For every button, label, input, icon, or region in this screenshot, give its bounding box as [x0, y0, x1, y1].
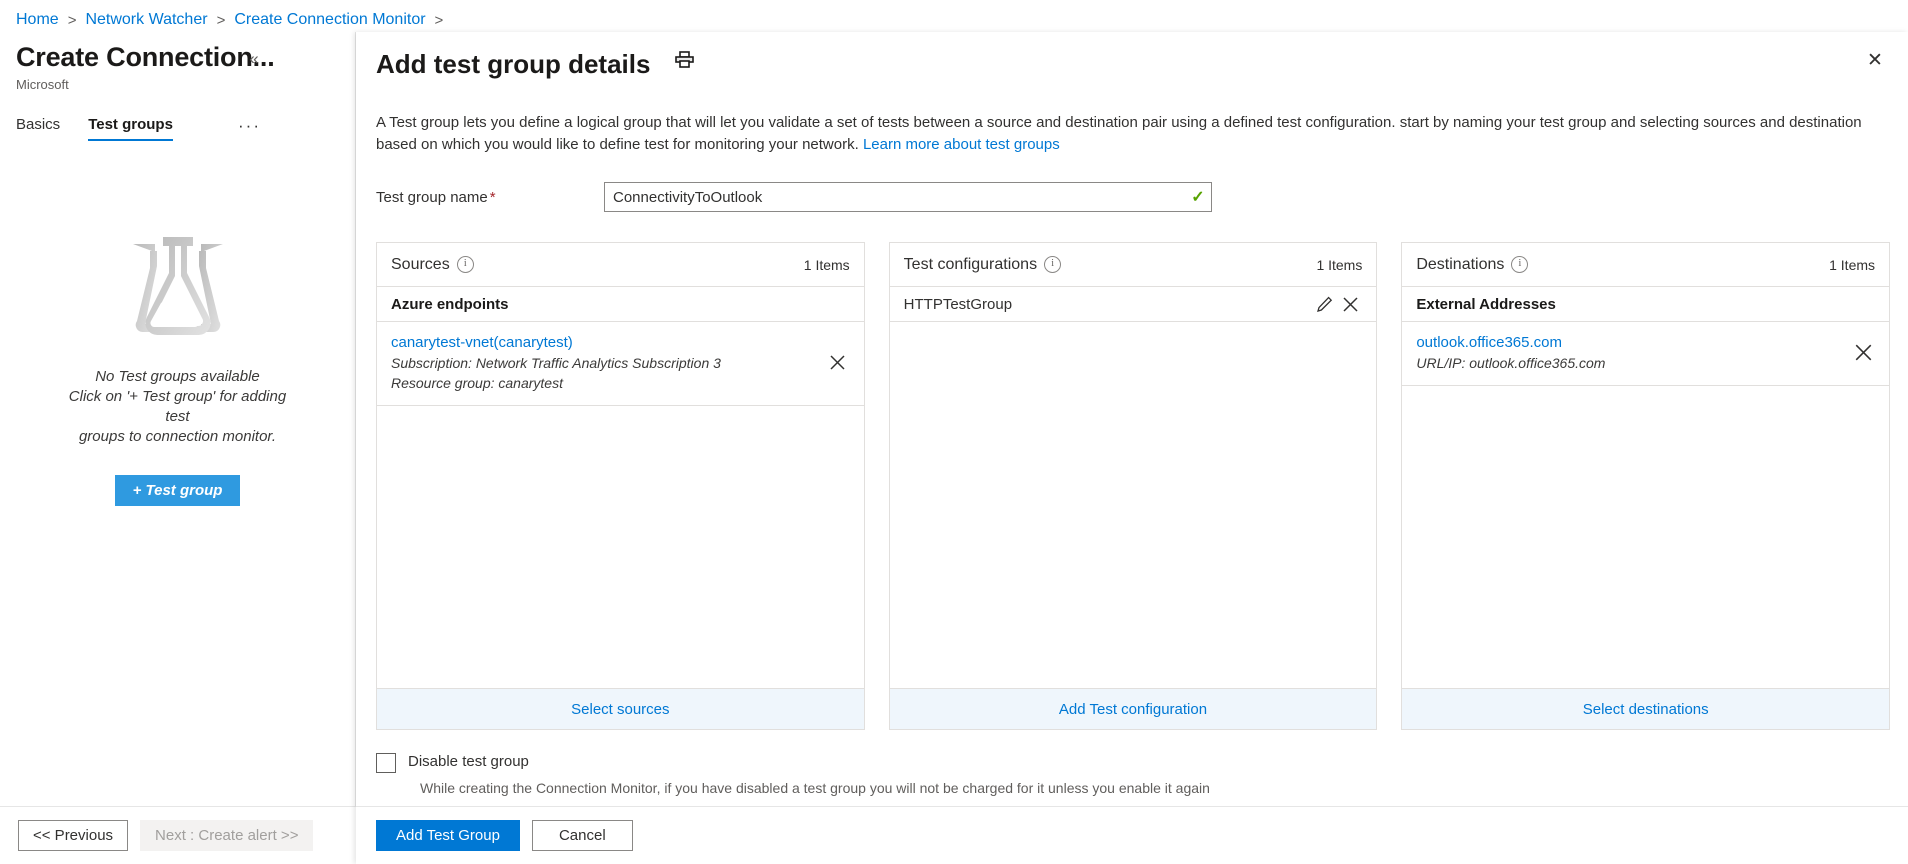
remove-test-configuration-icon[interactable]	[1338, 292, 1362, 316]
breadcrumb: Home > Network Watcher > Create Connecti…	[16, 6, 452, 34]
wizard-navigation-bar: << Previous Next : Create alert >>	[0, 806, 356, 864]
printer-icon[interactable]	[675, 51, 694, 74]
remove-source-icon[interactable]	[826, 351, 850, 375]
disable-test-group-row: Disable test group	[376, 752, 1210, 773]
sources-subheader: Azure endpoints	[377, 287, 864, 322]
tab-test-groups[interactable]: Test groups	[88, 116, 183, 141]
blade-header: Add test group details ✕	[356, 32, 1908, 86]
blade-footer: Add Test Group Cancel	[356, 806, 1908, 864]
required-indicator: *	[490, 189, 496, 206]
disable-test-group-description: While creating the Connection Monitor, i…	[420, 778, 1210, 798]
info-icon[interactable]: i	[457, 256, 474, 273]
breadcrumb-item-create-connection-monitor[interactable]: Create Connection Monitor	[234, 11, 425, 29]
test-configurations-panel-body	[890, 322, 1377, 688]
page-title: Create Connection...	[16, 40, 355, 74]
test-group-name-label: Test group name*	[376, 189, 604, 206]
destination-list-item: outlook.office365.com URL/IP: outlook.of…	[1402, 322, 1889, 386]
test-configuration-name: HTTPTestGroup	[904, 296, 1012, 313]
learn-more-link[interactable]: Learn more about test groups	[863, 136, 1060, 153]
tab-overflow-menu-icon[interactable]: ···	[238, 116, 261, 136]
test-group-name-field[interactable]: ✓	[604, 182, 1212, 212]
source-item-texts: canarytest-vnet(canarytest) Subscription…	[391, 332, 816, 393]
cancel-button[interactable]: Cancel	[532, 820, 633, 851]
test-configurations-panel-header: Test configurations i 1 Items	[890, 243, 1377, 287]
source-item-resource-group: Resource group: canarytest	[391, 373, 816, 393]
destination-item-link[interactable]: outlook.office365.com	[1416, 332, 1841, 353]
tab-basics[interactable]: Basics	[16, 116, 70, 141]
destinations-panel: Destinations i 1 Items External Addresse…	[1401, 242, 1890, 730]
empty-state-line-1: No Test groups available	[95, 368, 260, 385]
add-test-group-button[interactable]: + Test group	[115, 475, 241, 506]
destination-item-texts: outlook.office365.com URL/IP: outlook.of…	[1416, 332, 1841, 373]
disable-test-group-checkbox[interactable]	[376, 753, 396, 773]
destinations-panel-body	[1402, 386, 1889, 688]
destinations-item-count: 1 Items	[1829, 257, 1875, 273]
blade-title: Add test group details	[376, 48, 650, 80]
flask-icon	[116, 237, 240, 341]
tab-list: Basics Test groups ···	[0, 116, 355, 150]
breadcrumb-separator: >	[217, 12, 226, 29]
add-test-group-blade: Add test group details ✕ A Test group le…	[356, 32, 1908, 864]
breadcrumb-separator: >	[435, 12, 444, 29]
test-configurations-item-count: 1 Items	[1316, 257, 1362, 273]
destination-item-actions	[1851, 341, 1875, 365]
next-create-alert-button: Next : Create alert >>	[140, 820, 313, 851]
page-subtitle: Microsoft	[16, 77, 355, 92]
add-test-group-submit-button[interactable]: Add Test Group	[376, 820, 520, 851]
disable-test-group-block: Disable test group While creating the Co…	[376, 752, 1210, 798]
source-item-subscription: Subscription: Network Traffic Analytics …	[391, 353, 816, 373]
source-item-actions	[826, 351, 850, 375]
valid-check-icon: ✓	[1185, 187, 1211, 207]
empty-state-text: No Test groups available Click on '+ Tes…	[0, 367, 355, 447]
sources-panel-header: Sources i 1 Items	[377, 243, 864, 287]
disable-test-group-label: Disable test group	[408, 752, 529, 772]
info-icon[interactable]: i	[1511, 256, 1528, 273]
test-group-name-label-text: Test group name	[376, 189, 488, 206]
left-pane-header: Create Connection... « Microsoft	[0, 32, 355, 92]
create-connection-monitor-pane: Create Connection... « Microsoft Basics …	[0, 32, 356, 864]
previous-button[interactable]: << Previous	[18, 820, 128, 851]
blade-description-text: A Test group lets you define a logical g…	[376, 114, 1862, 153]
close-icon[interactable]: ✕	[1860, 46, 1890, 76]
test-group-name-row: Test group name* ✓	[376, 182, 1908, 212]
destinations-panel-header: Destinations i 1 Items	[1402, 243, 1889, 287]
destination-item-url: URL/IP: outlook.office365.com	[1416, 353, 1841, 373]
breadcrumb-separator: >	[68, 12, 77, 29]
sources-panel: Sources i 1 Items Azure endpoints canary…	[376, 242, 865, 730]
destinations-panel-title: Destinations	[1416, 256, 1504, 274]
chevron-double-left-icon[interactable]: «	[243, 48, 265, 70]
source-item-link[interactable]: canarytest-vnet(canarytest)	[391, 332, 816, 353]
destinations-subheader: External Addresses	[1402, 287, 1889, 322]
blade-description: A Test group lets you define a logical g…	[376, 112, 1886, 156]
source-list-item: canarytest-vnet(canarytest) Subscription…	[377, 322, 864, 406]
test-group-name-input[interactable]	[605, 184, 1185, 210]
breadcrumb-item-home[interactable]: Home	[16, 11, 59, 29]
test-configurations-panel: Test configurations i 1 Items HTTPTestGr…	[889, 242, 1378, 730]
test-configuration-list-item: HTTPTestGroup	[890, 287, 1377, 322]
edit-pencil-icon[interactable]	[1312, 292, 1336, 316]
empty-state-line-3: groups to connection monitor.	[79, 428, 276, 445]
info-icon[interactable]: i	[1044, 256, 1061, 273]
remove-destination-icon[interactable]	[1851, 341, 1875, 365]
sources-item-count: 1 Items	[804, 257, 850, 273]
empty-state: No Test groups available Click on '+ Tes…	[0, 237, 355, 506]
test-configurations-panel-title: Test configurations	[904, 256, 1037, 274]
empty-state-line-2: Click on '+ Test group' for adding test	[69, 388, 286, 425]
add-test-configuration-button[interactable]: Add Test configuration	[890, 688, 1377, 729]
sources-panel-body	[377, 406, 864, 688]
select-sources-button[interactable]: Select sources	[377, 688, 864, 729]
sources-panel-title: Sources	[391, 256, 450, 274]
select-destinations-button[interactable]: Select destinations	[1402, 688, 1889, 729]
panels-container: Sources i 1 Items Azure endpoints canary…	[376, 242, 1890, 730]
breadcrumb-item-network-watcher[interactable]: Network Watcher	[85, 11, 207, 29]
test-configuration-actions	[1312, 292, 1362, 316]
